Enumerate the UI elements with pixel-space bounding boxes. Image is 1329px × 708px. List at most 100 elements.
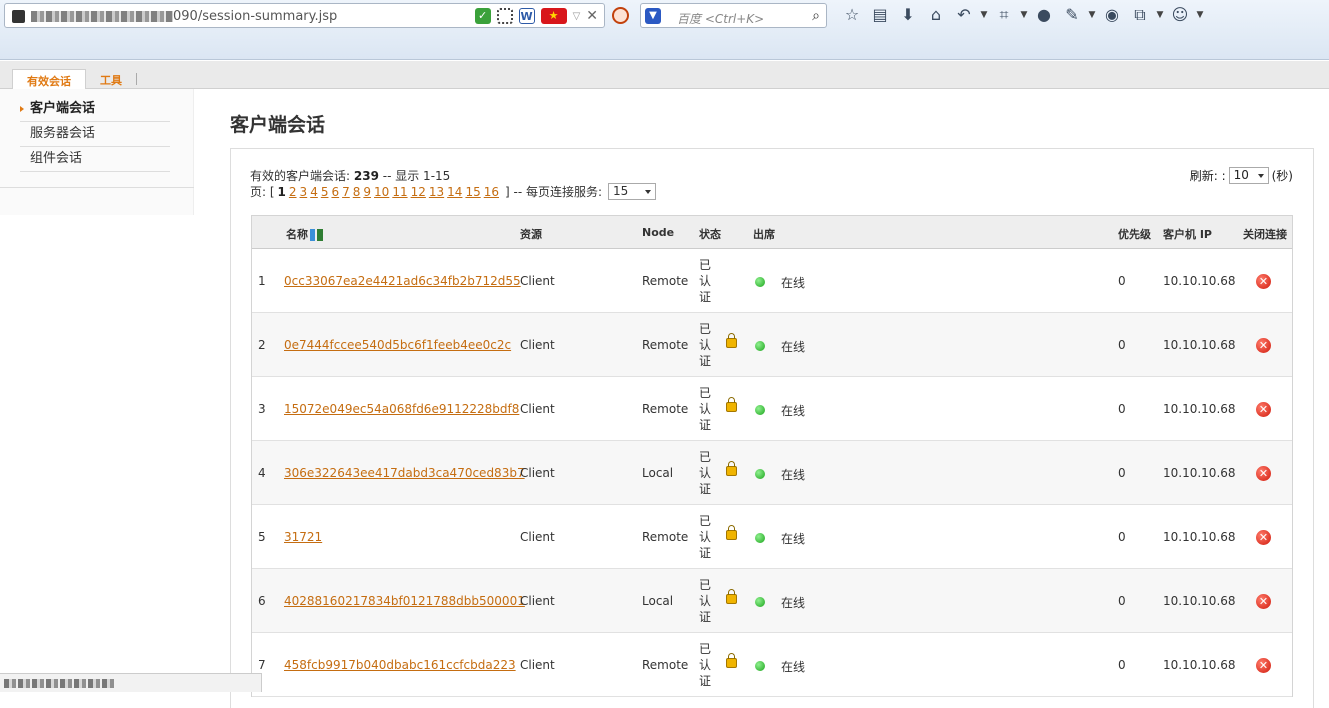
chevron-down-icon[interactable]: ▼ xyxy=(978,10,990,20)
row-resource: Client xyxy=(520,658,555,672)
row-resource: Client xyxy=(520,466,555,480)
china-flag-icon: ★ xyxy=(540,8,567,24)
page-link[interactable]: 16 xyxy=(484,185,499,199)
row-priority: 0 xyxy=(1118,530,1126,544)
monkey-icon[interactable]: ☺ xyxy=(1166,4,1194,26)
shield-icon[interactable]: ✓ xyxy=(474,8,491,24)
col-priority-header: 优先级 xyxy=(1118,228,1151,241)
col-name-header[interactable]: 名称 xyxy=(286,226,323,242)
page-size-value: 15 xyxy=(613,184,629,198)
star-icon[interactable]: ☆ xyxy=(838,4,866,26)
refresh-select[interactable]: 10 xyxy=(1228,167,1269,184)
page-link[interactable]: 5 xyxy=(321,185,329,199)
page-link[interactable]: 2 xyxy=(289,185,297,199)
chat-icon[interactable]: ● xyxy=(1030,4,1058,26)
search-box[interactable]: ▼ 百度 <Ctrl+K> ⌕ xyxy=(640,3,827,28)
close-icon[interactable]: ✕ xyxy=(1256,274,1271,289)
page-link[interactable]: 4 xyxy=(310,185,318,199)
page-link[interactable]: 10 xyxy=(374,185,389,199)
tab-active-sessions[interactable]: 有效会话 xyxy=(12,69,86,89)
summary-prefix: 有效的客户端会话: xyxy=(250,169,351,183)
session-name-link[interactable]: 0e7444fccee540d5bc6f1feeb4ee0c2c xyxy=(284,338,511,352)
chevron-down-icon[interactable]: ▼ xyxy=(1086,10,1098,20)
row-index: 2 xyxy=(258,338,266,352)
page-link[interactable]: 12 xyxy=(411,185,426,199)
baidu-paw-icon[interactable]: ▼ xyxy=(645,8,661,24)
close-icon[interactable]: ✕ xyxy=(1256,466,1271,481)
download-icon[interactable]: ⬇ xyxy=(894,4,922,26)
site-favicon-icon xyxy=(12,10,25,23)
table-row: 1 0cc33067ea2e4421ad6c34fb2b712d55 Client R… xyxy=(252,249,1292,313)
row-index: 7 xyxy=(258,658,266,672)
sidebar-item-component-sessions[interactable]: 组件会话 xyxy=(20,147,170,172)
row-priority: 0 xyxy=(1118,466,1126,480)
pagination: 页: [ 1 2 3 4 5 6 7 8 9 10 11 12 13 14 15 16 ] -- 每页连接服务… xyxy=(250,183,657,200)
online-dot-icon xyxy=(755,341,765,351)
w-icon[interactable]: W xyxy=(518,8,535,24)
home-icon[interactable]: ⌂ xyxy=(922,4,950,26)
session-name-link[interactable]: 0cc33067ea2e4421ad6c34fb2b712d55 xyxy=(284,274,521,288)
page-link[interactable]: 6 xyxy=(331,185,339,199)
page-link[interactable]: 8 xyxy=(353,185,361,199)
status-text-redacted xyxy=(4,679,114,688)
chevron-down-icon[interactable]: ▼ xyxy=(1154,10,1166,20)
page-link[interactable]: 7 xyxy=(342,185,350,199)
row-index: 6 xyxy=(258,594,266,608)
session-name-link[interactable]: 31721 xyxy=(284,530,322,544)
clear-url-icon[interactable]: ✕ xyxy=(586,8,598,24)
fox-icon[interactable]: ◉ xyxy=(1098,4,1126,26)
row-state: 已认证 xyxy=(699,450,712,496)
chevron-down-icon[interactable]: ▼ xyxy=(1018,10,1030,20)
close-icon[interactable]: ✕ xyxy=(1256,594,1271,609)
adblock-icon[interactable] xyxy=(612,7,629,24)
address-bar[interactable]: 090/session-summary.jsp ✓ W ★ ▽ ✕ xyxy=(4,3,605,28)
page-link: 1 xyxy=(277,184,286,199)
row-presence: 在线 xyxy=(781,276,806,290)
online-dot-icon xyxy=(755,597,765,607)
table-row: 2 0e7444fccee540d5bc6f1feeb4ee0c2c Client R… xyxy=(252,313,1292,377)
chevron-down-icon[interactable]: ▼ xyxy=(1194,10,1206,20)
session-name-link[interactable]: 306e322643ee417dabd3ca470ced83b7 xyxy=(284,466,525,480)
dropdown-triangle-icon[interactable]: ▽ xyxy=(573,11,581,22)
table-header: 名称 资源 Node 状态 出席 优先级 客户机 IP 关闭连接 xyxy=(252,216,1292,249)
url-text[interactable]: 090/session-summary.jsp xyxy=(173,9,337,24)
page-link[interactable]: 3 xyxy=(300,185,308,199)
sort-ascending-icon[interactable] xyxy=(310,229,323,241)
table-row: 7 458fcb9917b040dbabc161ccfcbda223 Client R… xyxy=(252,633,1292,697)
col-presence-header: 出席 xyxy=(753,228,775,241)
refresh-control: 刷新: : 10 (秒) xyxy=(1190,167,1293,184)
col-state-header: 状态 xyxy=(699,228,721,241)
row-client-ip: 10.10.10.68 xyxy=(1163,466,1236,480)
undo-icon[interactable]: ↶ xyxy=(950,4,978,26)
address-bar-icons: ✓ W ★ ▽ ✕ xyxy=(474,8,598,24)
page-link[interactable]: 15 xyxy=(465,185,480,199)
close-icon[interactable]: ✕ xyxy=(1256,338,1271,353)
search-icon[interactable]: ⌕ xyxy=(812,8,820,24)
session-name-link[interactable]: 458fcb9917b040dbabc161ccfcbda223 xyxy=(284,658,516,672)
close-icon[interactable]: ✕ xyxy=(1256,402,1271,417)
reader-icon[interactable]: ▤ xyxy=(866,4,894,26)
close-icon[interactable]: ✕ xyxy=(1256,530,1271,545)
col-name-label: 名称 xyxy=(286,228,308,241)
page-link[interactable]: 9 xyxy=(363,185,371,199)
sidebar-item-server-sessions[interactable]: 服务器会话 xyxy=(20,122,170,147)
tab-tools[interactable]: 工具 xyxy=(86,69,136,89)
lock-icon xyxy=(726,653,737,668)
page-size-select[interactable]: 15 xyxy=(608,183,657,200)
page-links: 1 2 3 4 5 6 7 8 9 10 11 12 13 14 15 16 xyxy=(278,185,502,199)
crop-icon[interactable]: ⌗ xyxy=(990,4,1018,26)
row-node: Remote xyxy=(642,658,689,672)
page-link[interactable]: 14 xyxy=(447,185,462,199)
page-link[interactable]: 11 xyxy=(392,185,407,199)
close-icon[interactable]: ✕ xyxy=(1256,658,1271,673)
row-priority: 0 xyxy=(1118,658,1126,672)
qr-code-icon[interactable] xyxy=(496,8,513,24)
online-dot-icon xyxy=(755,277,765,287)
search-placeholder[interactable]: 百度 <Ctrl+K> xyxy=(677,10,764,27)
gesture-icon[interactable]: ✎ xyxy=(1058,4,1086,26)
session-name-link[interactable]: 15072e049ec54a068fd6e9112228bdf8 xyxy=(284,402,519,416)
session-name-link[interactable]: 40288160217834bf0121788dbb500001 xyxy=(284,594,525,608)
page-link[interactable]: 13 xyxy=(429,185,444,199)
share-icon[interactable]: ⧉ xyxy=(1126,4,1154,26)
sidebar-item-client-sessions[interactable]: 客户端会话 xyxy=(20,97,170,122)
